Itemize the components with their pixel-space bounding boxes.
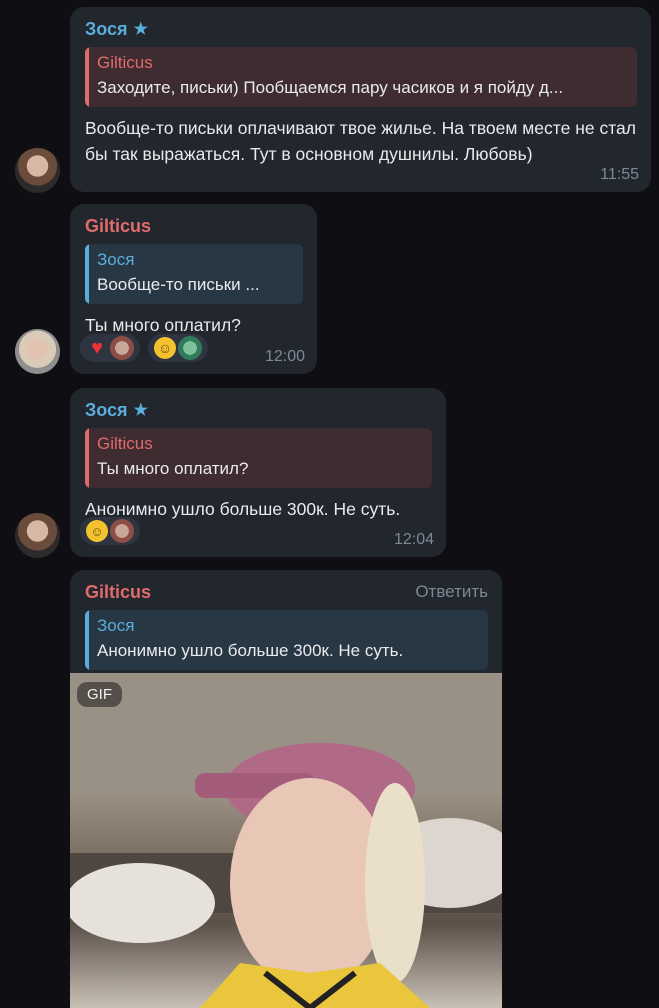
star-icon: ★: [133, 402, 148, 419]
reaction-grin[interactable]: ☺: [148, 334, 208, 362]
sender-name[interactable]: Gilticus Ответить: [85, 580, 488, 604]
avatar-zosia[interactable]: [15, 513, 60, 558]
sender-name-text[interactable]: Зося: [85, 19, 128, 40]
quote-sender: Зося: [97, 616, 135, 635]
sender-name-text[interactable]: Gilticus: [85, 216, 151, 237]
reactor-avatar: [178, 336, 202, 360]
quote-text: Вообще-то письки ...: [97, 275, 260, 294]
reactions-bar: ♥ ☺: [80, 334, 208, 362]
quote-sender: Gilticus: [97, 434, 153, 453]
sender-name[interactable]: Зося ★: [85, 17, 637, 41]
quote-text: Ты много оплатил?: [97, 459, 249, 478]
rofl-emoji-icon: ☺: [86, 520, 108, 542]
reply-quote[interactable]: Gilticus Заходите, письки) Пообщаемся па…: [85, 47, 637, 107]
reply-quote[interactable]: Зося Анонимно ушло больше 300к. Не суть.: [85, 610, 488, 670]
star-icon: ★: [133, 21, 148, 38]
avatar-gilticus[interactable]: [15, 329, 60, 374]
reply-quote[interactable]: Зося Вообще-то письки ...: [85, 244, 303, 304]
message-bubble[interactable]: Gilticus Ответить Зося Анонимно ушло бол…: [70, 570, 502, 690]
sender-name[interactable]: Зося ★: [85, 398, 432, 422]
reactor-avatar: [110, 336, 134, 360]
quote-text: Заходите, письки) Пообщаемся пару часико…: [97, 78, 564, 97]
quote-sender: Gilticus: [97, 53, 153, 72]
gif-media[interactable]: GIF: [70, 673, 502, 1008]
reply-quote[interactable]: Gilticus Ты много оплатил?: [85, 428, 432, 488]
reaction-heart[interactable]: ♥: [80, 334, 140, 362]
quote-sender: Зося: [97, 250, 135, 269]
quote-text: Анонимно ушло больше 300к. Не суть.: [97, 641, 404, 660]
message-time: 12:04: [393, 531, 434, 548]
reactor-avatar: [110, 519, 134, 543]
heart-icon: ♥: [91, 336, 103, 359]
message-bubble[interactable]: Зося ★ Gilticus Ты много оплатил? Аноним…: [70, 388, 446, 557]
message-time: 11:55: [600, 166, 639, 183]
reaction-rofl[interactable]: ☺: [80, 517, 140, 545]
message-text: Вообще-то письки оплачивают твое жилье. …: [85, 118, 636, 164]
gif-badge: GIF: [77, 682, 122, 707]
gif-preview-image: [70, 673, 502, 1008]
sender-name[interactable]: Gilticus: [85, 214, 303, 238]
sender-name-text[interactable]: Зося: [85, 400, 128, 421]
reactions-bar: ☺: [80, 517, 140, 545]
reply-button[interactable]: Ответить: [415, 582, 488, 602]
message-bubble[interactable]: Gilticus Зося Вообще-то письки ... Ты мн…: [70, 204, 317, 374]
message-bubble[interactable]: Зося ★ Gilticus Заходите, письки) Пообща…: [70, 7, 651, 192]
avatar-zosia[interactable]: [15, 148, 60, 193]
message-time: 12:00: [264, 348, 305, 365]
grin-emoji-icon: ☺: [154, 337, 176, 359]
sender-name-text[interactable]: Gilticus: [85, 582, 151, 603]
